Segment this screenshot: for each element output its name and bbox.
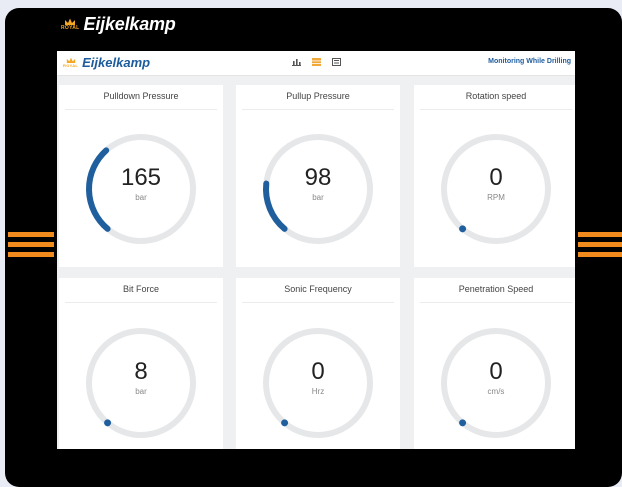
brand-logo: ROYAL Eijkelkamp [61,14,176,35]
gauge-value: 0 [311,358,325,385]
app-header: ROYAL Eijkelkamp Monitoring While Drilli… [57,51,575,76]
page-title: Monitoring While Drilling [488,58,571,65]
gauge-zero-marker [281,419,289,427]
gauge-card-rotation-speed: Rotation speed 0 RPM [414,85,575,267]
gauge-zero-marker [459,419,467,427]
gauge-value: 98 [304,164,332,191]
header-brand-name: Eijkelkamp [82,55,151,70]
gauge-unit: Hrz [311,387,325,396]
gauge-card-penetration-speed: Penetration Speed 0 cm/s [414,278,575,449]
gauge-value: 0 [489,358,503,385]
gauge-value: 165 [120,164,162,191]
gauge-card-sonic-frequency: Sonic Frequency 0 Hrz [236,278,400,449]
gauge-card-pulldown-pressure: Pulldown Pressure 165 bar [59,85,223,267]
grid-icon[interactable] [312,58,321,66]
crown-icon: ROYAL [61,18,80,31]
crown-icon: ROYAL [63,57,78,68]
gauge-unit: RPM [487,193,505,202]
gauge-value: 0 [489,164,503,191]
gauge-value: 8 [134,358,148,385]
gauge-card-bit-force: Bit Force 8 bar [59,278,223,449]
gauge-card-pullup-pressure: Pullup Pressure 98 bar [236,85,400,267]
gauge-unit: bar [135,387,147,396]
right-menu-icon[interactable] [578,232,622,257]
brand-name: Eijkelkamp [83,14,176,34]
left-menu-icon[interactable] [8,232,54,257]
gauge-zero-marker [459,225,467,233]
chart-icon[interactable] [292,58,301,66]
gauge-unit: bar [312,193,324,202]
gauge-unit: cm/s [487,387,505,396]
header-logo[interactable]: ROYAL Eijkelkamp [63,55,150,70]
list-icon[interactable] [332,58,341,66]
gauge-unit: bar [135,193,147,202]
gauge-zero-marker [104,419,112,427]
app-screen: ROYAL Eijkelkamp Monitoring While Drilli… [57,51,575,449]
